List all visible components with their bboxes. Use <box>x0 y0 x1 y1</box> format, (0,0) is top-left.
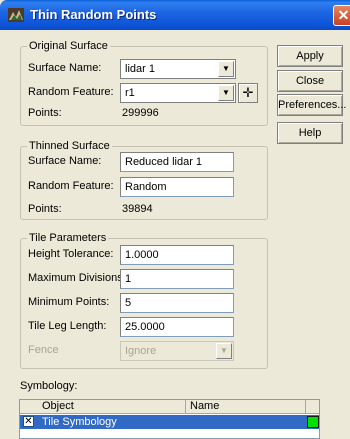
title-bar[interactable]: Thin Random Points ✕ <box>0 0 350 30</box>
thin-random-points-dialog: Thin Random Points ✕ Original Surface Su… <box>0 0 350 439</box>
fence-value: Ignore <box>125 345 157 357</box>
original-random-feature-value: r1 <box>125 87 135 99</box>
app-icon <box>8 8 24 22</box>
row-checkbox[interactable]: ✕ <box>23 416 34 427</box>
locate-feature-button[interactable]: ✛ <box>238 83 258 103</box>
original-surface-legend: Original Surface <box>29 40 108 52</box>
original-points-value: 299996 <box>122 107 159 119</box>
original-surface-name-label: Surface Name: <box>28 62 102 74</box>
symbology-list[interactable]: Object Name ✕ Tile Symbology <box>19 399 320 439</box>
minimum-points-input[interactable]: 5 <box>120 293 234 313</box>
apply-button[interactable]: Apply <box>277 45 343 67</box>
fence-combo: Ignore ▼ <box>120 341 234 361</box>
close-button[interactable]: Close <box>277 70 343 92</box>
chevron-down-icon[interactable]: ▼ <box>218 61 234 77</box>
fence-label: Fence <box>28 344 59 356</box>
thinned-surface-name-label: Surface Name: <box>28 155 102 167</box>
original-random-feature-combo[interactable]: r1 ▼ <box>120 83 236 103</box>
tile-leg-length-input[interactable]: 25.0000 <box>120 317 234 337</box>
thinned-points-label: Points: <box>28 203 62 215</box>
help-button[interactable]: Help <box>277 122 343 144</box>
maximum-divisions-label: Maximum Divisions: <box>28 272 126 284</box>
symbology-row[interactable]: ✕ Tile Symbology <box>20 415 319 429</box>
window-close-button[interactable]: ✕ <box>333 5 350 26</box>
chevron-down-icon: ▼ <box>216 343 232 359</box>
window-title: Thin Random Points <box>30 7 157 22</box>
crosshair-icon: ✛ <box>242 85 254 100</box>
tile-parameters-legend: Tile Parameters <box>29 232 107 244</box>
maximum-divisions-input[interactable]: 1 <box>120 269 234 289</box>
height-tolerance-input[interactable]: 1.0000 <box>120 245 234 265</box>
chevron-down-icon[interactable]: ▼ <box>218 85 234 101</box>
preferences-button[interactable]: Preferences... <box>277 94 346 116</box>
column-header-object[interactable]: Object <box>38 400 186 414</box>
height-tolerance-label: Height Tolerance: <box>28 248 114 260</box>
thinned-random-feature-input[interactable]: Random <box>120 177 234 197</box>
thinned-surface-legend: Thinned Surface <box>29 140 110 152</box>
original-surface-name-value: lidar 1 <box>125 63 155 75</box>
thinned-points-value: 39894 <box>122 203 153 215</box>
row-object-name: Tile Symbology <box>42 416 117 428</box>
original-random-feature-label: Random Feature: <box>28 86 114 98</box>
symbology-label: Symbology: <box>20 380 78 392</box>
color-swatch[interactable] <box>307 416 319 428</box>
thinned-surface-name-input[interactable]: Reduced lidar 1 <box>120 152 234 172</box>
column-header-name[interactable]: Name <box>186 400 306 414</box>
tile-leg-length-label: Tile Leg Length: <box>28 320 107 332</box>
minimum-points-label: Minimum Points: <box>28 296 110 308</box>
symbology-list-header: Object Name <box>20 400 319 414</box>
thinned-random-feature-label: Random Feature: <box>28 180 114 192</box>
original-points-label: Points: <box>28 107 62 119</box>
original-surface-name-combo[interactable]: lidar 1 ▼ <box>120 59 236 79</box>
